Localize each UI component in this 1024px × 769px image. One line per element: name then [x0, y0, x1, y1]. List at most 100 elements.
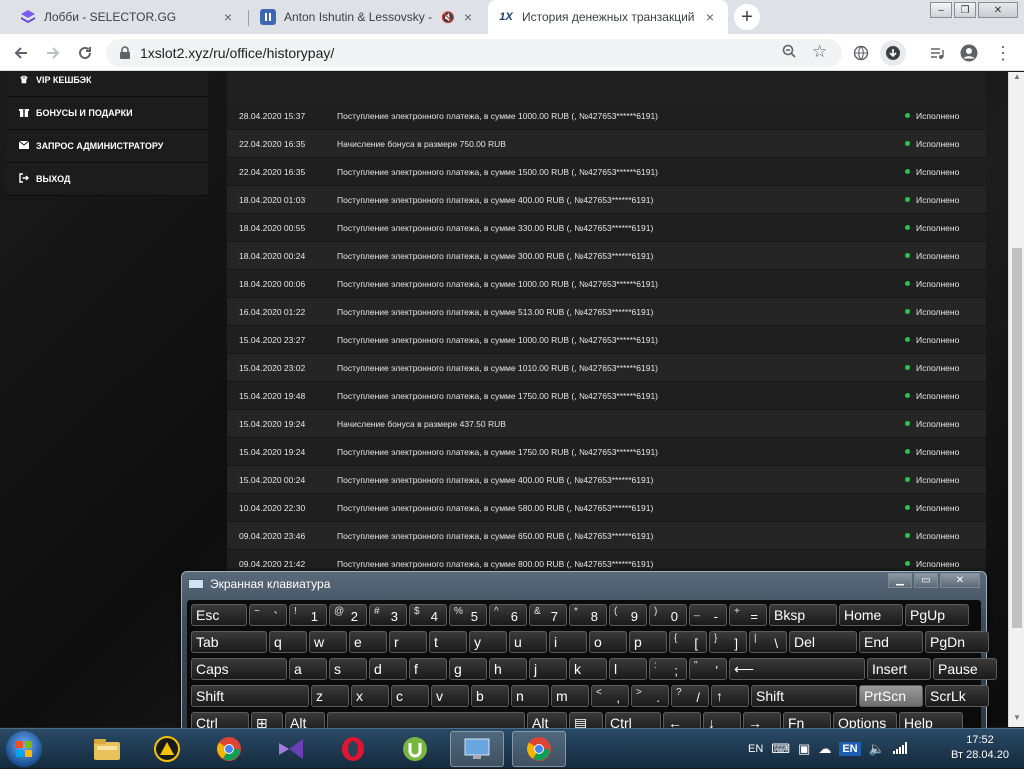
translate-globe-icon[interactable]	[848, 40, 874, 66]
utorrent-icon[interactable]	[388, 731, 442, 767]
key-n[interactable]: n	[511, 685, 549, 707]
tray-app-icon[interactable]: ☁	[818, 741, 831, 757]
visual-studio-icon[interactable]	[264, 731, 318, 767]
tray-app-icon[interactable]: ▣	[798, 741, 810, 757]
address-bar[interactable]: 1xslot2.xyz/ru/office/historypay/ ☆	[106, 39, 842, 67]
keyboard-language[interactable]: EN	[748, 743, 763, 755]
explorer-icon[interactable]	[80, 731, 134, 767]
key-p[interactable]: p	[629, 631, 667, 653]
key-i[interactable]: i	[549, 631, 587, 653]
key-end[interactable]: End	[859, 631, 923, 653]
key-4[interactable]: $4	[409, 604, 447, 626]
system-clock[interactable]: 17:52 Вт 28.04.20	[940, 733, 1020, 763]
key-s[interactable]: s	[329, 658, 367, 680]
kebab-menu-icon[interactable]: ⋮	[990, 40, 1016, 66]
key-h[interactable]: h	[489, 658, 527, 680]
scroll-down-arrow-icon[interactable]: ▼	[1009, 713, 1024, 727]
osk-close-button[interactable]: ✕	[940, 573, 980, 588]
scroll-up-arrow-icon[interactable]: ▲	[1009, 72, 1024, 86]
tab-music[interactable]: Anton Ishutin & Lessovsky - 🔇 ×	[250, 0, 486, 34]
sidebar-item-logout[interactable]: ВЫХОД	[6, 163, 208, 196]
key-[interactable]: ⟵	[729, 658, 865, 680]
tab-close-icon[interactable]: ×	[460, 9, 476, 25]
key-caps[interactable]: Caps	[191, 658, 287, 680]
osk-minimize-button[interactable]: ▁	[888, 573, 912, 588]
key-0[interactable]: ) 0	[649, 604, 687, 626]
key-j[interactable]: j	[529, 658, 567, 680]
key-[interactable]: | \	[749, 631, 787, 653]
key-8[interactable]: * 8	[569, 604, 607, 626]
key-x[interactable]: x	[351, 685, 389, 707]
sidebar-item-admin-request[interactable]: ЗАПРОС АДМИНИСТРАТОРУ	[6, 130, 208, 163]
key-[interactable]: {[	[669, 631, 707, 653]
key-d[interactable]: d	[369, 658, 407, 680]
key-[interactable]: _ -	[689, 604, 727, 626]
key-prtscn[interactable]: PrtScn	[859, 685, 923, 707]
back-button[interactable]	[8, 40, 34, 66]
key-home[interactable]: Home	[839, 604, 903, 626]
key-pgup[interactable]: PgUp	[905, 604, 969, 626]
opera-icon[interactable]	[326, 731, 380, 767]
key-c[interactable]: c	[391, 685, 429, 707]
avast-icon[interactable]	[140, 731, 194, 767]
new-tab-button[interactable]: +	[734, 4, 760, 30]
remote-desktop-icon[interactable]	[450, 731, 504, 767]
download-icon[interactable]	[880, 40, 906, 66]
close-window-button[interactable]: ✕	[978, 2, 1018, 18]
key-1[interactable]: ! 1	[289, 604, 327, 626]
bookmark-star-icon[interactable]: ☆	[812, 42, 827, 62]
key-f[interactable]: f	[409, 658, 447, 680]
key-g[interactable]: g	[449, 658, 487, 680]
key-5[interactable]: % 5	[449, 604, 487, 626]
key-scrlk[interactable]: ScrLk	[925, 685, 989, 707]
forward-button[interactable]	[40, 40, 66, 66]
key-9[interactable]: (9	[609, 604, 647, 626]
reload-button[interactable]	[72, 40, 98, 66]
key-m[interactable]: m	[551, 685, 589, 707]
key-[interactable]: :;	[649, 658, 687, 680]
sidebar-item-bonuses[interactable]: БОНУСЫ И ПОДАРКИ	[6, 97, 208, 130]
key-[interactable]: ? /	[671, 685, 709, 707]
osk-restore-button[interactable]: ▭	[914, 573, 938, 588]
key-e[interactable]: e	[349, 631, 387, 653]
maximize-button[interactable]: ❐	[954, 2, 976, 18]
start-button[interactable]	[6, 731, 42, 767]
lock-icon[interactable]	[118, 46, 132, 60]
key-t[interactable]: t	[429, 631, 467, 653]
key-[interactable]: <,	[591, 685, 629, 707]
key-[interactable]: >.	[631, 685, 669, 707]
key-insert[interactable]: Insert	[867, 658, 931, 680]
key-u[interactable]: u	[509, 631, 547, 653]
language-badge[interactable]: EN	[839, 742, 861, 756]
key-r[interactable]: r	[389, 631, 427, 653]
sidebar-item-vip-cashback[interactable]: ♛ VIP КЕШБЭК	[6, 72, 208, 97]
key-shift[interactable]: Shift	[751, 685, 857, 707]
key-l[interactable]: l	[609, 658, 647, 680]
chrome-active-icon[interactable]	[512, 731, 566, 767]
key-[interactable]: ↑	[711, 685, 749, 707]
scrollbar-thumb[interactable]	[1012, 248, 1022, 628]
key-o[interactable]: o	[589, 631, 627, 653]
minimize-button[interactable]: –	[930, 2, 952, 18]
key-[interactable]: + =	[729, 604, 767, 626]
speaker-mute-icon[interactable]: 🔇	[440, 11, 456, 24]
key-3[interactable]: #3	[369, 604, 407, 626]
key-shift[interactable]: Shift	[191, 685, 309, 707]
tab-close-icon[interactable]: ×	[702, 9, 718, 25]
key-q[interactable]: q	[269, 631, 307, 653]
tab-transaction-history[interactable]: 1X История денежных транзакций ×	[488, 0, 728, 34]
key-[interactable]: " '	[689, 658, 727, 680]
key-bksp[interactable]: Bksp	[769, 604, 837, 626]
key-v[interactable]: v	[431, 685, 469, 707]
url-text[interactable]: 1xslot2.xyz/ru/office/historypay/	[140, 45, 334, 61]
key-w[interactable]: w	[309, 631, 347, 653]
key-2[interactable]: @2	[329, 604, 367, 626]
key-6[interactable]: ^ 6	[489, 604, 527, 626]
key-b[interactable]: b	[471, 685, 509, 707]
profile-avatar-icon[interactable]	[956, 40, 982, 66]
zoom-icon[interactable]	[782, 44, 796, 62]
key-a[interactable]: a	[289, 658, 327, 680]
key-esc[interactable]: Esc	[191, 604, 247, 626]
key-[interactable]: }]	[709, 631, 747, 653]
key-pause[interactable]: Pause	[933, 658, 997, 680]
